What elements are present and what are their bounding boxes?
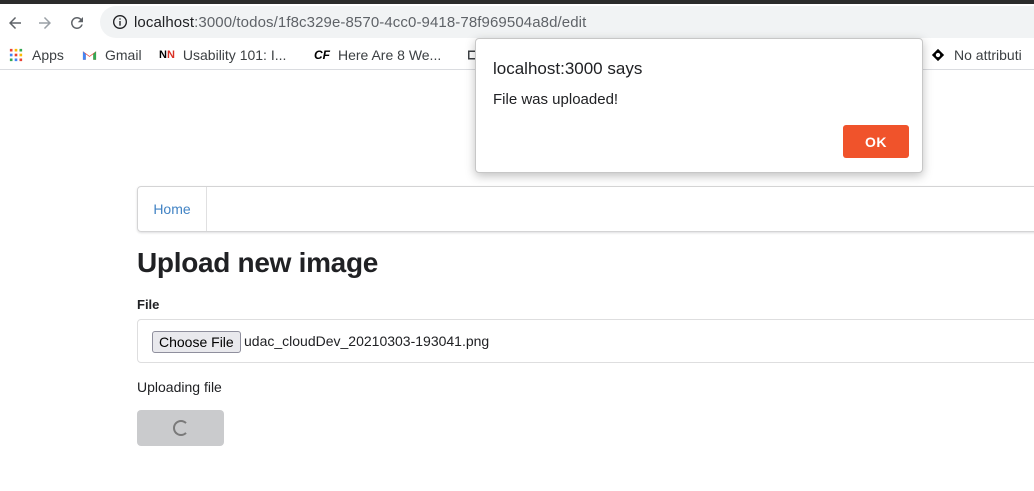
bookmark-cf[interactable]: CF Here Are 8 We... (314, 45, 441, 65)
forward-arrow-icon[interactable] (34, 12, 56, 34)
apps-grid-icon (8, 47, 24, 63)
bookmark-label: No attributi (954, 47, 1022, 63)
menu-item-home[interactable]: Home (138, 187, 207, 231)
address-bar[interactable]: localhost:3000/todos/1f8c329e-8570-4cc0-… (100, 6, 1034, 38)
page-title: Upload new image (137, 247, 379, 278)
upload-status-text: Uploading file (137, 379, 222, 395)
dialog-message: File was uploaded! (493, 91, 619, 108)
bookmark-label: Usability 101: I... (182, 47, 287, 63)
gmail-icon (81, 47, 97, 63)
bookmark-label: Apps (32, 47, 64, 63)
loading-spinner-icon (172, 420, 189, 436)
bookmark-apps[interactable]: Apps (8, 45, 64, 65)
choose-file-button[interactable]: Choose File (152, 331, 241, 353)
url-text[interactable]: localhost:3000/todos/1f8c329e-8570-4cc0-… (134, 14, 586, 31)
file-input[interactable]: Choose File udac_cloudDev_20210303-19304… (137, 319, 1034, 363)
back-arrow-icon[interactable] (4, 12, 26, 34)
nn-icon: NN (159, 49, 175, 61)
bookmark-no-attribution[interactable]: No attributi (930, 45, 1022, 65)
bookmark-label: Here Are 8 We... (338, 47, 442, 63)
selected-file-name: udac_cloudDev_20210303-193041.png (244, 333, 490, 349)
bookmark-usability[interactable]: NN Usability 101: I... (159, 45, 286, 65)
dialog-title: localhost:3000 says (493, 59, 643, 78)
info-icon[interactable] (112, 14, 128, 30)
url-path: :3000/todos/1f8c329e-8570-4cc0-9418-78f9… (194, 14, 587, 31)
alert-dialog: localhost:3000 says File was uploaded! O… (475, 38, 923, 173)
file-field-label: File (137, 297, 160, 312)
bookmark-gmail[interactable]: Gmail (81, 45, 142, 65)
bookmark-label: Gmail (105, 47, 142, 63)
upload-button-loading[interactable] (137, 410, 224, 446)
top-menu: Home (137, 186, 1034, 232)
url-host: localhost (134, 14, 195, 31)
bookmark-icon (930, 47, 946, 63)
reload-icon[interactable] (66, 12, 88, 34)
ok-button[interactable]: OK (843, 125, 909, 158)
browser-toolbar: localhost:3000/todos/1f8c329e-8570-4cc0-… (0, 4, 1034, 40)
cf-icon: CF (314, 48, 330, 62)
